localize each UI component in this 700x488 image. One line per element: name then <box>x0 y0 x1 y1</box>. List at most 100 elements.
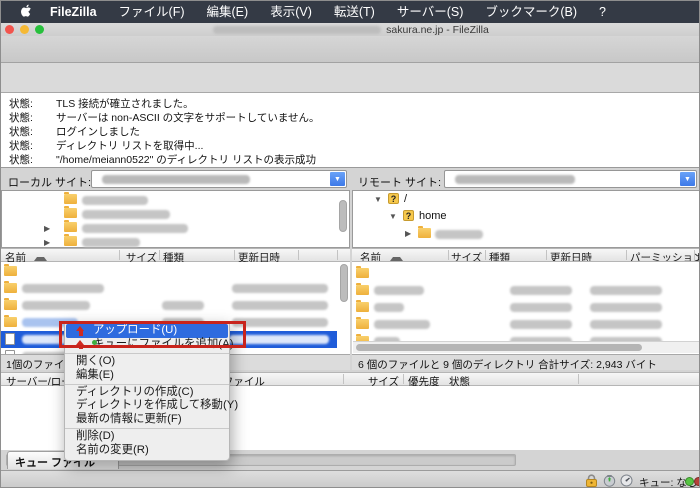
menu-separator <box>65 384 229 385</box>
redacted-kind <box>162 301 204 310</box>
local-tree[interactable]: ▶ ▶ <box>1 190 350 248</box>
folder-icon <box>356 268 369 278</box>
expand-arrow-icon[interactable]: ▶ <box>44 225 50 233</box>
file-row[interactable] <box>352 316 700 333</box>
log-message: TLS 接続が確立されました。 <box>56 96 194 111</box>
folder-icon <box>64 208 77 218</box>
local-site-label: ローカル サイト: <box>8 174 91 190</box>
folder-icon <box>64 222 77 232</box>
redacted-date <box>590 320 662 329</box>
unknown-folder-icon: ? <box>388 193 399 204</box>
file-row[interactable] <box>1 280 350 297</box>
file-row[interactable] <box>352 282 700 299</box>
expand-arrow-icon[interactable]: ▶ <box>405 230 411 238</box>
folder-icon <box>4 283 17 293</box>
menu-edit[interactable]: 編集(E) <box>196 1 260 23</box>
speed-limit-gauge-icon[interactable] <box>620 474 633 488</box>
menu-item-add-to-queue[interactable]: キューにファイルを追加(A) <box>66 338 228 352</box>
remote-home-label[interactable]: home <box>419 210 447 222</box>
menu-view[interactable]: 表示(V) <box>259 1 323 23</box>
remote-file-list[interactable] <box>352 262 700 354</box>
local-list-header: 名前 サイズ 種類 更新日時 <box>1 248 350 262</box>
status-label: 状態: <box>9 110 33 125</box>
menu-filezilla[interactable]: FileZilla <box>39 1 108 23</box>
file-row[interactable] <box>1 263 350 280</box>
toolbar <box>1 36 700 63</box>
sort-asc-icon <box>34 253 47 261</box>
combo-dropdown-icon[interactable]: ▼ <box>680 172 695 186</box>
collapse-arrow-icon[interactable]: ▼ <box>389 213 397 221</box>
redacted-folder-name <box>82 238 140 247</box>
redacted-folder-name <box>82 224 188 233</box>
local-site-combobox[interactable]: ▼ <box>91 170 347 188</box>
send-indicator-led <box>685 477 694 486</box>
status-label: 状態: <box>9 96 33 111</box>
redacted-folder-name <box>435 230 483 239</box>
folder-icon <box>4 300 17 310</box>
menu-item-upload[interactable]: アップロード(U) <box>66 324 228 338</box>
log-message: ログインしました <box>56 124 140 139</box>
menu-item-refresh[interactable]: 最新の情報に更新(F) <box>66 413 228 427</box>
redacted-file-name <box>374 286 424 295</box>
menu-item-create-directory-and-enter[interactable]: ディレクトリを作成して移動(Y) <box>66 399 228 413</box>
message-log: 状態: TLS 接続が確立されました。 状態: サーバーは non-ASCII の文… <box>1 93 700 168</box>
redacted-title-text <box>213 26 381 34</box>
redacted-file-name <box>22 301 90 310</box>
combo-dropdown-icon[interactable]: ▼ <box>330 172 345 186</box>
menu-item-open[interactable]: 開く(O) <box>66 355 228 369</box>
collapse-arrow-icon[interactable]: ▼ <box>374 196 382 204</box>
column-kind[interactable]: 種類 <box>489 250 510 262</box>
status-label: 状態: <box>9 138 33 153</box>
statusbar: キュー: なし <box>1 470 700 488</box>
remote-list-hscrollbar[interactable] <box>353 341 700 353</box>
menu-item-edit[interactable]: 編集(E) <box>66 369 228 383</box>
sort-asc-icon <box>390 253 403 261</box>
redacted-folder-name <box>82 210 170 219</box>
menu-item-rename[interactable]: 名前の変更(R) <box>66 444 228 458</box>
remote-tree[interactable]: ▼ ? / ▼ ? home ▶ <box>352 190 700 248</box>
redacted-date <box>232 301 328 310</box>
redacted-file-name <box>374 320 430 329</box>
status-label: 状態: <box>9 152 33 167</box>
log-message: ディレクトリ リストを取得中... <box>56 138 203 153</box>
menu-server[interactable]: サーバー(S) <box>386 1 475 23</box>
menu-item-create-directory[interactable]: ディレクトリの作成(C) <box>66 386 228 400</box>
window-title: sakura.ne.jp - FileZilla <box>386 24 489 36</box>
file-row[interactable] <box>352 299 700 316</box>
redacted-date <box>229 335 329 344</box>
column-name[interactable]: 名前 <box>360 250 381 262</box>
context-menu: アップロード(U) キューにファイルを追加(A) 開く(O) 編集(E) ディレ… <box>64 321 230 461</box>
expand-arrow-icon[interactable]: ▶ <box>44 239 50 247</box>
redacted-file-name <box>374 303 404 312</box>
folder-icon <box>356 302 369 312</box>
log-message: サーバーは non-ASCII の文字をサポートしていません。 <box>56 110 320 125</box>
apple-menu-icon[interactable] <box>15 4 37 21</box>
file-row[interactable] <box>1 297 350 314</box>
remote-root-label[interactable]: / <box>404 193 407 205</box>
quickconnect-bar: ホスト(H): ユーザー名(U): パスワード(W): ポート(P): クイック… <box>1 63 700 93</box>
remote-status-text: 6 個のファイルと 9 個のディレクトリ 合計サイズ: 2,943 バイト <box>352 354 700 370</box>
local-tree-scrollbar[interactable] <box>339 200 347 232</box>
redacted-date <box>590 303 662 312</box>
column-size[interactable]: サイズ <box>451 250 481 262</box>
menu-bookmarks[interactable]: ブックマーク(B) <box>474 1 588 23</box>
receive-indicator-led <box>694 477 700 486</box>
notification-bell-icon[interactable] <box>603 474 616 488</box>
redacted-kind <box>510 286 572 295</box>
redacted-date <box>232 284 328 293</box>
add-to-queue-arrow-icon <box>76 340 85 350</box>
menu-transfer[interactable]: 転送(T) <box>323 1 386 23</box>
file-icon <box>5 333 15 345</box>
lock-icon[interactable] <box>585 474 598 488</box>
remote-site-combobox[interactable]: ▼ <box>444 170 697 188</box>
log-message: "/home/meiann0522" のディレクトリ リストの表示成功 <box>56 152 316 167</box>
redacted-date <box>590 286 662 295</box>
local-list-scrollbar[interactable] <box>340 264 348 302</box>
column-permissions[interactable]: パーミッション <box>630 250 700 262</box>
remote-list-header: 名前 サイズ 種類 更新日時 パーミッション 所 <box>352 248 700 262</box>
menu-file[interactable]: ファイル(F) <box>108 1 196 23</box>
menu-help[interactable]: ? <box>588 1 617 23</box>
file-row[interactable] <box>352 265 700 282</box>
column-modified[interactable]: 更新日時 <box>550 250 592 262</box>
menu-item-delete[interactable]: 削除(D) <box>66 430 228 444</box>
